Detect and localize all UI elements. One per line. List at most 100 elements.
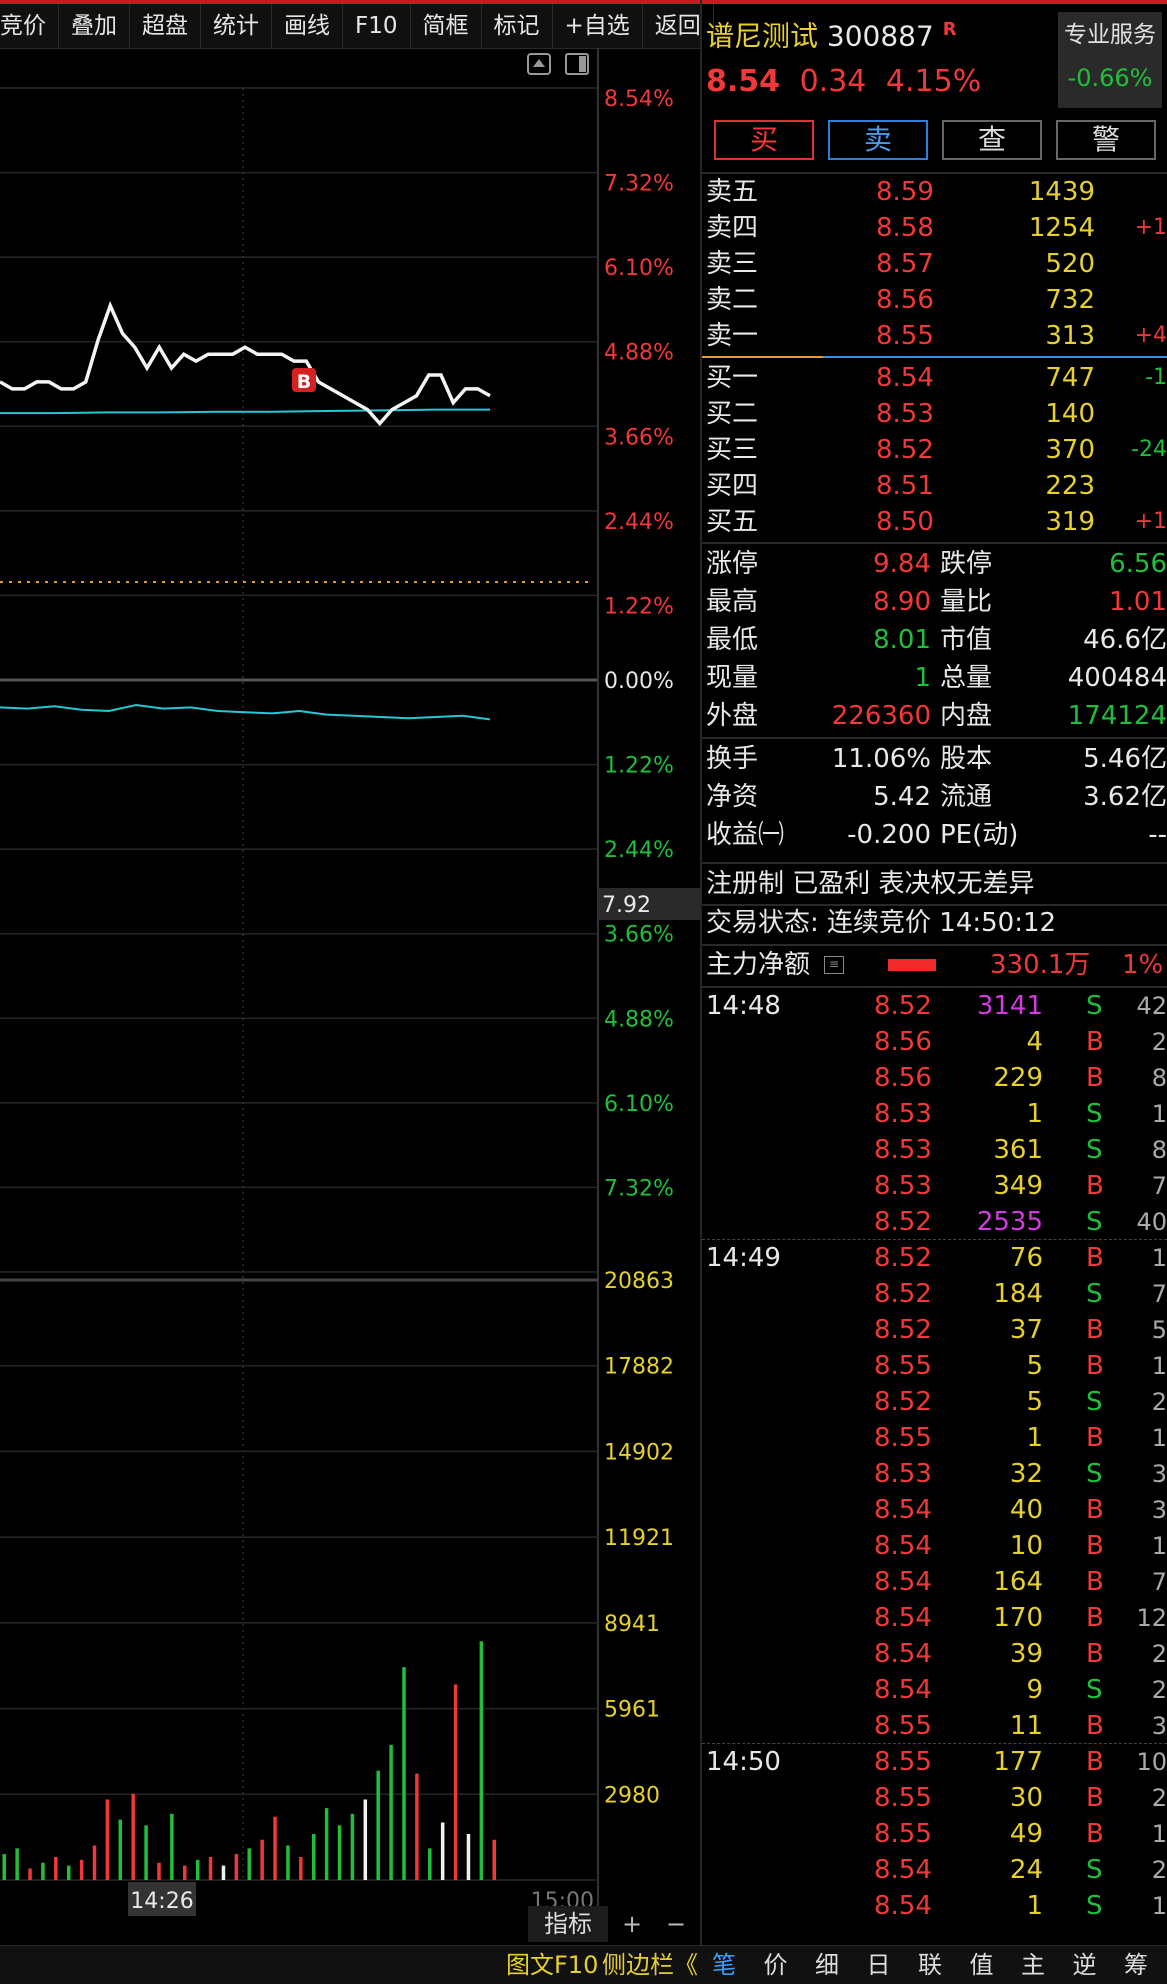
tick-price: 8.55 — [874, 1423, 932, 1453]
stat-label: 量比 — [940, 587, 993, 617]
bottom-tab-7[interactable]: 逆 — [1073, 1946, 1097, 1984]
tick-price: 8.52 — [874, 1315, 932, 1345]
chart-svg[interactable]: 8.54% 7.32% 6.10% 4.88% 3.66% 2.44% 1.22% 0.00%… — [0, 48, 700, 1932]
tick-row[interactable]: 8.53 1 S 1 — [702, 1096, 1167, 1132]
order-level-label: 买二 — [706, 399, 759, 429]
tick-volume: 349 — [993, 1171, 1043, 1201]
average-price-line — [0, 408, 490, 415]
order-asks-row[interactable]: 卖一 8.55 313 +4 — [702, 318, 1167, 354]
order-volume: 223 — [1045, 471, 1095, 501]
tick-count: 3 — [1151, 1712, 1167, 1740]
tick-volume: 11 — [1009, 1711, 1043, 1741]
divider — [702, 737, 1167, 739]
industry-box[interactable]: 专业服务 -0.66% — [1058, 12, 1162, 108]
bottom-tab-1[interactable]: 价 — [764, 1946, 788, 1984]
volume-bar — [54, 1856, 58, 1880]
bottom-tab-3[interactable]: 日 — [867, 1946, 891, 1984]
tick-row[interactable]: 8.53 361 S 8 — [702, 1132, 1167, 1168]
tick-row[interactable]: 8.54 1 S 1 — [702, 1888, 1167, 1924]
tick-row[interactable]: 8.56 4 B 2 — [702, 1024, 1167, 1060]
order-bids-row[interactable]: 买五 8.50 319 +1 — [702, 504, 1167, 540]
tick-row[interactable]: 8.54 170 B 12 — [702, 1600, 1167, 1636]
toolbar-item-1[interactable]: 叠加 — [59, 4, 130, 48]
tick-row[interactable]: 8.55 30 B 2 — [702, 1780, 1167, 1816]
tick-price: 8.54 — [874, 1639, 932, 1669]
tick-row[interactable]: 14:48 8.52 3141 S 42 — [702, 988, 1167, 1024]
order-level-label: 卖四 — [706, 213, 759, 243]
tick-side: B — [1086, 1027, 1104, 1057]
tick-volume: 2535 — [976, 1207, 1043, 1237]
toolbar-item-7[interactable]: 标记 — [482, 4, 553, 48]
tick-row[interactable]: 8.53 32 S 3 — [702, 1456, 1167, 1492]
tick-volume: 40 — [1009, 1495, 1043, 1525]
trading-status: 交易状态: 连续竞价 14:50:12 — [706, 908, 1057, 938]
toolbar-item-3[interactable]: 统计 — [201, 4, 272, 48]
tick-row[interactable]: 8.54 39 B 2 — [702, 1636, 1167, 1672]
order-bids-row[interactable]: 买四 8.51 223 — [702, 468, 1167, 504]
order-bids-row[interactable]: 买三 8.52 370 -24 — [702, 432, 1167, 468]
zoom-out-button[interactable]: − — [656, 1906, 696, 1942]
list-icon[interactable]: ≡ — [824, 956, 844, 974]
bottom-tab-6[interactable]: 主 — [1021, 1946, 1045, 1984]
stat-label: 最高 — [706, 587, 759, 617]
alert-button[interactable]: 警 — [1056, 120, 1156, 160]
bottom-tab-0[interactable]: 笔 — [712, 1946, 736, 1984]
order-asks-row[interactable]: 卖五 8.59 1439 — [702, 174, 1167, 210]
tick-row[interactable]: 8.52 37 B 5 — [702, 1312, 1167, 1348]
tick-row[interactable]: 8.54 9 S 2 — [702, 1672, 1167, 1708]
toolbar-item-5[interactable]: F10 — [343, 4, 411, 48]
sell-button[interactable]: 卖 — [828, 120, 928, 160]
stat-label: 外盘 — [706, 701, 759, 731]
tick-row[interactable]: 8.53 349 B 7 — [702, 1168, 1167, 1204]
tick-row[interactable]: 8.54 24 S 2 — [702, 1852, 1167, 1888]
tick-row[interactable]: 8.54 164 B 7 — [702, 1564, 1167, 1600]
bottom-tab-5[interactable]: 值 — [970, 1946, 994, 1984]
order-bids-row[interactable]: 买二 8.53 140 — [702, 396, 1167, 432]
stats-row: 涨停 9.84 跌停 6.56 — [702, 546, 1167, 582]
industry-change: -0.66% — [1067, 64, 1153, 92]
f10-link[interactable]: 图文F10 — [506, 1946, 598, 1984]
tick-row[interactable]: 14:50 8.55 177 B 10 — [702, 1744, 1167, 1780]
bottom-tab-2[interactable]: 细 — [815, 1946, 839, 1984]
tick-count: 2 — [1151, 1028, 1167, 1056]
tick-side: B — [1086, 1783, 1104, 1813]
tick-row[interactable]: 8.55 1 B 1 — [702, 1420, 1167, 1456]
tick-row[interactable]: 8.55 49 B 1 — [702, 1816, 1167, 1852]
tick-row[interactable]: 8.56 229 B 8 — [702, 1060, 1167, 1096]
toolbar-item-2[interactable]: 超盘 — [130, 4, 201, 48]
tick-row[interactable]: 8.55 11 B 3 — [702, 1708, 1167, 1744]
tick-row[interactable]: 8.52 2535 S 40 — [702, 1204, 1167, 1240]
volume-bar — [79, 1859, 84, 1880]
tick-side: S — [1086, 1855, 1103, 1885]
order-asks-row[interactable]: 卖三 8.57 520 — [702, 246, 1167, 282]
order-asks-row[interactable]: 卖四 8.58 1254 +1 — [702, 210, 1167, 246]
tick-row[interactable]: 14:49 8.52 76 B 1 — [702, 1240, 1167, 1276]
volume-bar — [105, 1799, 110, 1880]
quote-sidebar: 谱尼测试 300887 R 8.54 0.34 4.15% 专业服务 -0.66… — [702, 4, 1167, 1983]
sidebar-toggle[interactable]: 侧边栏《 — [602, 1946, 698, 1984]
registration-flag: R — [942, 19, 957, 40]
tick-row[interactable]: 8.54 40 B 3 — [702, 1492, 1167, 1528]
tick-row[interactable]: 8.55 5 B 1 — [702, 1348, 1167, 1384]
volume-bar — [260, 1839, 264, 1880]
order-bids-row[interactable]: 买一 8.54 747 -1 — [702, 360, 1167, 396]
price-axis-label: 1.22% — [604, 754, 674, 779]
toolbar-item-0[interactable]: 竞价 — [0, 4, 59, 48]
intraday-chart[interactable]: 8.54% 7.32% 6.10% 4.88% 3.66% 2.44% 1.22% 0.00%… — [0, 48, 700, 1932]
tick-side: B — [1086, 1711, 1104, 1741]
order-asks-row[interactable]: 卖二 8.56 732 — [702, 282, 1167, 318]
tick-row[interactable]: 8.52 184 S 7 — [702, 1276, 1167, 1312]
query-button[interactable]: 查 — [942, 120, 1042, 160]
bottom-tab-8[interactable]: 筹 — [1124, 1946, 1148, 1984]
toolbar-item-8[interactable]: +自选 — [553, 4, 643, 48]
bottom-tab-4[interactable]: 联 — [918, 1946, 942, 1984]
toolbar-item-6[interactable]: 简框 — [411, 4, 482, 48]
zoom-in-button[interactable]: + — [612, 1906, 652, 1942]
tick-row[interactable]: 8.54 10 B 1 — [702, 1528, 1167, 1564]
volume-bar — [363, 1799, 368, 1880]
indicator-button[interactable]: 指标 — [528, 1906, 608, 1942]
toolbar-item-4[interactable]: 画线 — [272, 4, 343, 48]
buy-button[interactable]: 买 — [714, 120, 814, 160]
main-capital-row[interactable]: 主力净额 ≡ 330.1万 1% — [702, 947, 1167, 983]
tick-row[interactable]: 8.52 5 S 2 — [702, 1384, 1167, 1420]
